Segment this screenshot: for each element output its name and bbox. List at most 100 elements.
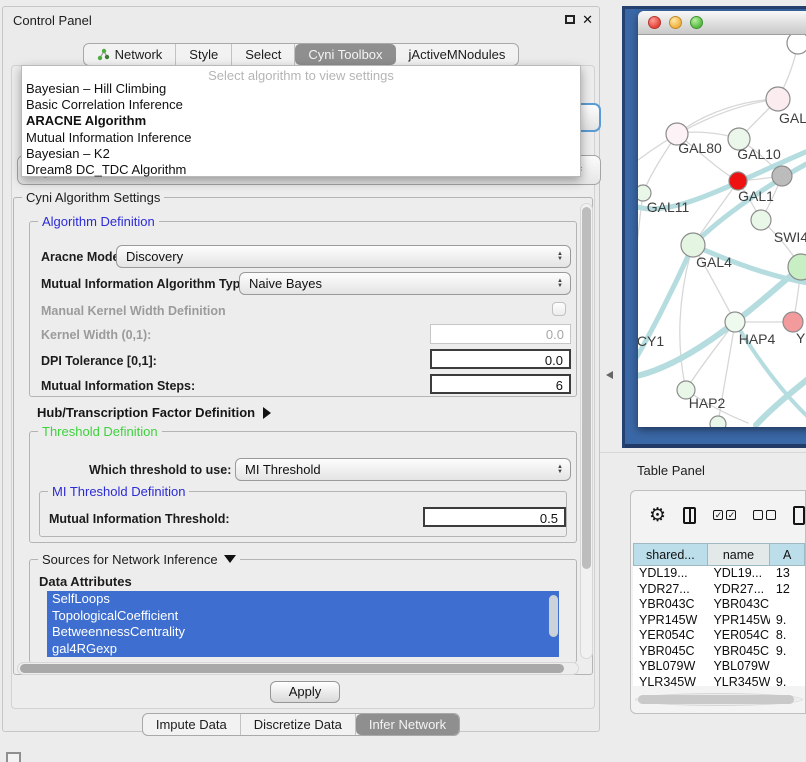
hub-definition-expander[interactable]: Hub/Transcription Factor Definition — [37, 405, 271, 420]
stepper-arrows-icon: ▲▼ — [557, 252, 570, 262]
new-table-icon[interactable] — [793, 506, 805, 525]
dropdown-item[interactable]: Basic Correlation Inference — [22, 97, 580, 113]
tab-select[interactable]: Select — [232, 44, 295, 65]
kernel-width-field[interactable]: 0.0 — [430, 324, 571, 344]
tab-impute-data[interactable]: Impute Data — [143, 714, 241, 735]
mi-steps-label: Mutual Information Steps: — [41, 379, 195, 393]
network-node[interactable] — [710, 416, 726, 427]
float-window-icon[interactable] — [565, 15, 575, 24]
apply-button[interactable]: Apply — [270, 681, 340, 703]
control-panel-titlebar: Control Panel ✕ — [3, 7, 599, 33]
table-row[interactable]: YBR043CYBR043C — [633, 597, 805, 613]
dpi-tolerance-label: DPI Tolerance [0,1]: — [41, 354, 157, 368]
algorithm-dropdown-list: Select algorithm to view settings Bayesi… — [21, 65, 581, 177]
table-body: YDL19...YDL19...13YDR27...YDR27...12YBR0… — [633, 566, 805, 686]
table-row[interactable]: YER054CYER054C8. — [633, 628, 805, 644]
data-attributes-list[interactable]: SelfLoops TopologicalCoefficient Between… — [47, 591, 559, 657]
column-header-shared-name[interactable]: shared... — [633, 543, 708, 566]
network-edge[interactable] — [677, 99, 778, 134]
dropdown-item[interactable]: Bayesian – Hill Climbing — [22, 81, 580, 97]
network-window-titlebar — [638, 11, 806, 35]
attribute-item-selected[interactable]: gal4RGexp — [47, 641, 559, 658]
node-label: GAL1 — [738, 188, 774, 204]
select-all-columns-icon[interactable]: ✓✓ — [713, 510, 736, 520]
tab-jactivemnodules[interactable]: jActiveMNodules — [396, 44, 519, 65]
table-panel-title: Table Panel — [637, 463, 705, 478]
data-attributes-label: Data Attributes — [39, 574, 132, 589]
minimize-traffic-light-icon[interactable] — [669, 16, 682, 29]
network-node[interactable] — [766, 87, 790, 111]
bottom-tabstrip: Impute Data Discretize Data Infer Networ… — [3, 713, 599, 736]
dpi-tolerance-field[interactable]: 0.0 — [430, 349, 571, 369]
floating-handle-icon[interactable] — [6, 752, 21, 762]
mi-threshold-field[interactable]: 0.5 — [423, 507, 566, 527]
mi-threshold-label: Mutual Information Threshold: — [49, 512, 230, 526]
network-node[interactable] — [751, 210, 771, 230]
table-row[interactable]: YDL19...YDL19...13 — [633, 566, 805, 582]
app-root: Control Panel ✕ Network Style Select Cyn… — [0, 0, 806, 762]
dropdown-item[interactable]: Mutual Information Inference — [22, 130, 580, 146]
zoom-traffic-light-icon[interactable] — [690, 16, 703, 29]
mi-steps-field[interactable]: 6 — [430, 374, 571, 394]
dropdown-item[interactable]: Bayesian – K2 — [22, 146, 580, 162]
network-icon — [97, 48, 110, 61]
splitter-collapse-arrow-icon[interactable] — [606, 371, 613, 379]
node-label: GAL11 — [647, 199, 690, 215]
sources-group-title[interactable]: Sources for Network Inference — [38, 552, 240, 567]
dropdown-item[interactable]: Dream8 DC_TDC Algorithm — [22, 162, 580, 178]
attribute-item-selected[interactable]: BetweennessCentrality — [47, 624, 559, 641]
settings-horizontal-scrollbar[interactable] — [17, 662, 579, 675]
node-label: GAL10 — [737, 146, 781, 162]
column-header-partial[interactable]: A — [770, 543, 805, 566]
network-node[interactable] — [783, 312, 803, 332]
table-row[interactable]: YPR145WYPR145W9. — [633, 613, 805, 629]
split-columns-icon[interactable] — [683, 507, 696, 524]
table-horizontal-scrollbar[interactable] — [635, 693, 803, 706]
stepper-arrows-icon: ▲▼ — [557, 279, 570, 289]
network-view-window[interactable]: GALGAL80GAL10GAL1SWI4GAL11GAL4GCY1HAP4YH… — [638, 11, 806, 427]
tab-infer-network[interactable]: Infer Network — [356, 714, 459, 735]
table-row[interactable]: YBL079WYBL079W — [633, 659, 805, 675]
attribute-item-selected[interactable]: SelfLoops — [47, 591, 559, 608]
network-node[interactable] — [725, 312, 745, 332]
network-node[interactable] — [787, 35, 806, 54]
mi-algorithm-type-combobox[interactable]: Naive Bayes ▲▼ — [239, 272, 571, 295]
control-panel-tabstrip: Network Style Select Cyni Toolbox jActiv… — [3, 43, 599, 66]
network-edge[interactable] — [686, 322, 735, 390]
node-label: HAP2 — [689, 395, 726, 411]
group-title: Algorithm Definition — [38, 214, 159, 229]
which-threshold-label: Which threshold to use: — [89, 463, 231, 477]
network-node[interactable] — [772, 166, 792, 186]
tab-cyni-toolbox[interactable]: Cyni Toolbox — [295, 44, 395, 65]
settings-gear-icon[interactable]: ⚙ — [649, 506, 666, 525]
table-toolbar: ⚙ ✓✓ — [631, 491, 805, 539]
node-label: GAL — [779, 110, 806, 126]
close-icon[interactable]: ✕ — [582, 12, 593, 28]
stepper-arrows-icon: ▲▼ — [557, 465, 570, 475]
tab-style[interactable]: Style — [176, 44, 232, 65]
close-traffic-light-icon[interactable] — [648, 16, 661, 29]
which-threshold-combobox[interactable]: MI Threshold ▲▼ — [235, 458, 571, 481]
manual-kernel-checkbox[interactable] — [552, 302, 566, 316]
dropdown-item-selected[interactable]: ARACNE Algorithm — [22, 113, 580, 129]
tab-network[interactable]: Network — [84, 44, 177, 65]
attribute-item-selected[interactable]: TopologicalCoefficient — [47, 608, 559, 625]
kernel-width-label: Kernel Width (0,1): — [41, 328, 151, 342]
network-canvas[interactable]: GALGAL80GAL10GAL1SWI4GAL11GAL4GCY1HAP4YH… — [638, 35, 806, 427]
column-header-name[interactable]: name — [708, 543, 770, 566]
network-desktop: GALGAL80GAL10GAL1SWI4GAL11GAL4GCY1HAP4YH… — [622, 6, 806, 448]
node-label: GCY1 — [638, 333, 664, 349]
settings-vertical-scrollbar[interactable] — [580, 203, 593, 659]
tab-discretize-data[interactable]: Discretize Data — [241, 714, 356, 735]
table-row[interactable]: YBR045CYBR045C9. — [633, 644, 805, 660]
node-label: SWI4 — [774, 229, 806, 245]
deselect-all-columns-icon[interactable] — [753, 510, 776, 520]
network-edge[interactable] — [638, 193, 643, 255]
list-scrollbar[interactable] — [549, 595, 558, 637]
table-row[interactable]: YDR27...YDR27...12 — [633, 582, 805, 598]
aracne-mode-combobox[interactable]: Discovery ▲▼ — [116, 245, 571, 268]
table-row[interactable]: YLR345WYLR345W9. — [633, 675, 805, 687]
group-title: Threshold Definition — [38, 424, 162, 439]
control-panel-window: Control Panel ✕ Network Style Select Cyn… — [2, 6, 600, 732]
group-title: MI Threshold Definition — [48, 484, 189, 499]
